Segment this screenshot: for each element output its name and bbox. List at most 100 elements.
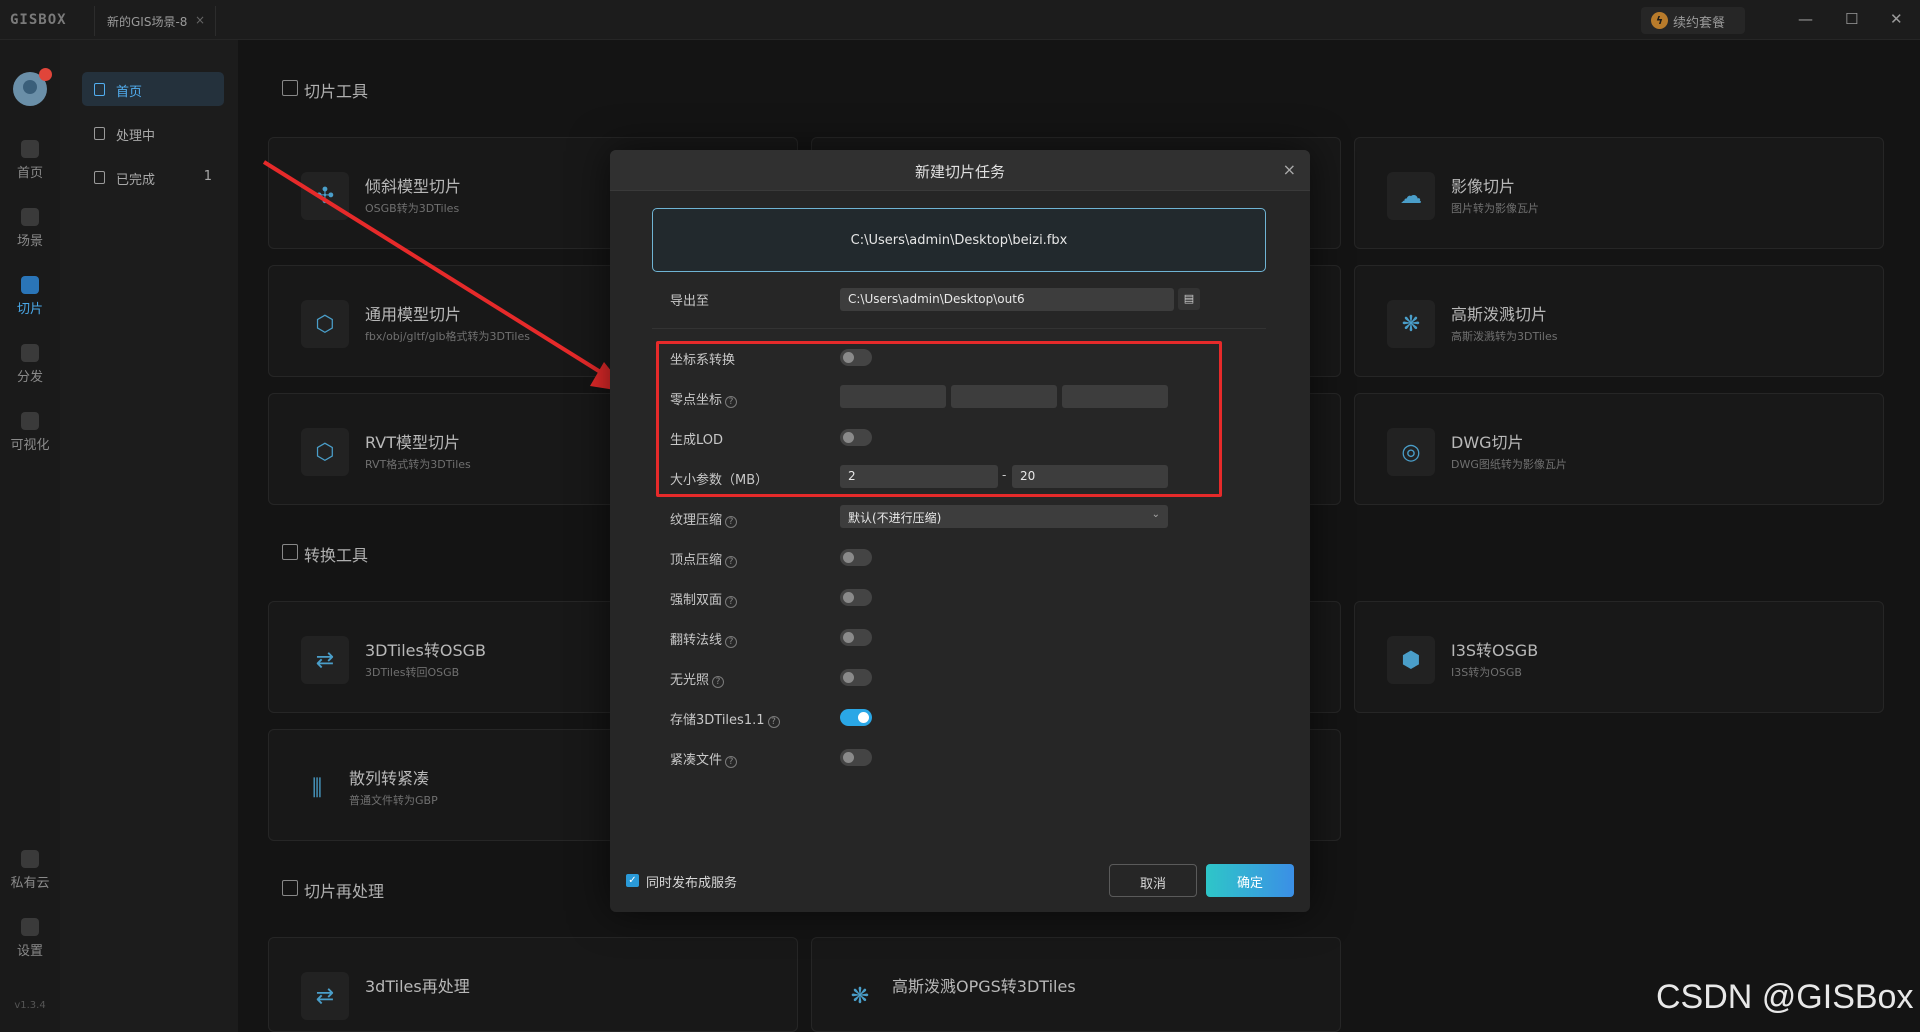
dialog-close-icon[interactable]: × — [1283, 160, 1296, 179]
card-3dtiles-reprocess[interactable]: ⇄ 3dTiles再处理 — [268, 937, 798, 1032]
dots-cluster-icon: ❋ — [850, 983, 870, 1009]
rail-item-settings[interactable]: 设置 — [0, 918, 60, 959]
home-icon — [21, 140, 39, 158]
box-icon: ⬡ — [301, 428, 349, 476]
force-double-side-text: 强制双面 — [670, 593, 723, 608]
unlit-toggle[interactable] — [840, 669, 872, 686]
force-double-side-label: 强制双面? — [670, 589, 738, 608]
cloud-lock-icon — [21, 850, 39, 868]
help-icon[interactable]: ? — [725, 516, 738, 528]
left-rail: 首页 场景 切片 分发 可视化 私有云 设置 v1.3.4 — [0, 40, 60, 1032]
help-icon[interactable]: ? — [725, 636, 738, 648]
texture-compress-select[interactable]: 默认(不进行压缩) ⌄ — [840, 505, 1168, 528]
sidebar-item-label: 处理中 — [116, 129, 156, 144]
rail-item-private-cloud[interactable]: 私有云 — [0, 850, 60, 891]
card-opgs-to-3dtiles[interactable]: ❋ 高斯泼溅OPGS转3DTiles — [811, 937, 1341, 1032]
rail-item-home[interactable]: 首页 — [0, 140, 60, 181]
card-subtitle: RVT格式转为3DTiles — [365, 458, 471, 471]
section-title-text: 切片工具 — [304, 82, 369, 101]
scene-icon — [21, 208, 39, 226]
vertex-compress-toggle[interactable] — [840, 549, 872, 566]
sidebar-item-label: 首页 — [116, 85, 143, 100]
rail-item-label: 可视化 — [10, 438, 50, 453]
maximize-button[interactable]: ☐ — [1845, 10, 1858, 28]
rail-item-label: 设置 — [16, 944, 43, 959]
rail-item-scene[interactable]: 场景 — [0, 208, 60, 249]
tile-icon — [21, 276, 39, 294]
source-file-dropzone[interactable]: C:\Users\admin\Desktop\beizi.fbx — [652, 208, 1266, 272]
rail-item-distribute[interactable]: 分发 — [0, 344, 60, 385]
store-3dtiles11-toggle[interactable] — [840, 709, 872, 726]
compact-file-text: 紧凑文件 — [670, 753, 723, 768]
sidebar-item-completed[interactable]: 已完成 1 — [82, 160, 224, 194]
store-3dtiles11-label: 存储3DTiles1.1? — [670, 709, 780, 728]
card-subtitle: DWG图纸转为影像瓦片 — [1451, 458, 1567, 471]
distribute-icon — [21, 344, 39, 362]
completed-count: 1 — [203, 169, 212, 184]
help-icon[interactable]: ? — [712, 676, 725, 688]
lightning-icon: ϟ — [1651, 12, 1668, 29]
sidebar-item-processing[interactable]: 处理中 — [82, 116, 224, 150]
flip-normal-text: 翻转法线 — [670, 633, 723, 648]
minimize-button[interactable]: — — [1798, 10, 1813, 28]
section-title-tiling: 切片工具 — [280, 78, 368, 102]
help-icon[interactable]: ? — [767, 716, 780, 728]
card-subtitle: I3S转为OSGB — [1451, 666, 1522, 679]
help-icon[interactable]: ? — [725, 756, 738, 768]
help-icon[interactable]: ? — [725, 556, 738, 568]
document-icon — [94, 83, 105, 96]
scene-tab[interactable]: 新的GIS场景-8 × — [94, 6, 216, 36]
cancel-button[interactable]: 取消 — [1109, 864, 1197, 897]
unlit-label: 无光照? — [670, 669, 725, 688]
card-gauss-tiling[interactable]: ❋ 高斯泼溅切片 高斯泼溅转为3DTiles — [1354, 265, 1884, 377]
card-title: 3DTiles转OSGB — [365, 641, 486, 660]
box-open-icon: ⬢ — [1387, 636, 1435, 684]
section-title-text: 转换工具 — [304, 546, 369, 565]
card-title: DWG切片 — [1451, 433, 1524, 452]
export-path-input[interactable]: C:\Users\admin\Desktop\out6 — [840, 288, 1174, 311]
scatter-icon: ⫼ — [311, 775, 323, 801]
publish-service-checkbox[interactable]: ✓ — [626, 874, 639, 887]
card-image-tiling[interactable]: ☁ 影像切片 图片转为影像瓦片 — [1354, 137, 1884, 249]
notification-badge — [39, 68, 52, 81]
texture-compress-label: 纹理压缩? — [670, 509, 738, 528]
sidebar-item-home[interactable]: 首页 — [82, 72, 224, 106]
rail-item-label: 切片 — [16, 302, 43, 317]
target-icon: ◎ — [1387, 428, 1435, 476]
convert-icon: ⇄ — [301, 636, 349, 684]
tab-close-icon[interactable]: × — [195, 13, 205, 27]
convert-icon: ⇄ — [301, 972, 349, 1020]
scene-tab-label: 新的GIS场景-8 — [107, 15, 188, 29]
confirm-button[interactable]: 确定 — [1206, 864, 1294, 897]
section-title-text: 切片再处理 — [304, 882, 385, 901]
flip-normal-toggle[interactable] — [840, 629, 872, 646]
flip-normal-label: 翻转法线? — [670, 629, 738, 648]
publish-service-label: 同时发布成服务 — [646, 876, 738, 891]
card-i3s-to-osgb[interactable]: ⬢ I3S转OSGB I3S转为OSGB — [1354, 601, 1884, 713]
cube-icon — [282, 80, 298, 96]
secondary-sidebar: 首页 处理中 已完成 1 — [60, 40, 238, 1032]
force-double-side-toggle[interactable] — [840, 589, 872, 606]
cloud-play-icon: ☁ — [1387, 172, 1435, 220]
rail-item-visual[interactable]: 可视化 — [0, 412, 60, 453]
card-title: 通用模型切片 — [365, 305, 462, 324]
box-icon: ⬡ — [301, 300, 349, 348]
new-tile-task-dialog: 新建切片任务 × C:\Users\admin\Desktop\beizi.fb… — [610, 150, 1310, 912]
texture-compress-value: 默认(不进行压缩) — [848, 511, 942, 525]
folder-picker-icon[interactable]: ▤ — [1178, 288, 1200, 310]
vertex-compress-label: 顶点压缩? — [670, 549, 738, 568]
unlit-text: 无光照 — [670, 673, 710, 688]
help-icon[interactable]: ? — [725, 596, 738, 608]
gear-icon — [21, 918, 39, 936]
close-window-button[interactable]: ✕ — [1890, 10, 1903, 28]
dialog-header: 新建切片任务 × — [610, 150, 1310, 191]
avatar[interactable] — [13, 68, 52, 106]
rail-item-tile[interactable]: 切片 — [0, 276, 60, 317]
compact-file-toggle[interactable] — [840, 749, 872, 766]
section-title-convert: 转换工具 — [280, 542, 368, 566]
renew-plan-button[interactable]: ϟ 续约套餐 — [1641, 7, 1745, 34]
card-title: 3dTiles再处理 — [365, 977, 470, 996]
export-label: 导出至 — [670, 294, 710, 309]
card-dwg-tiling[interactable]: ◎ DWG切片 DWG图纸转为影像瓦片 — [1354, 393, 1884, 505]
rail-item-label: 私有云 — [10, 876, 50, 891]
